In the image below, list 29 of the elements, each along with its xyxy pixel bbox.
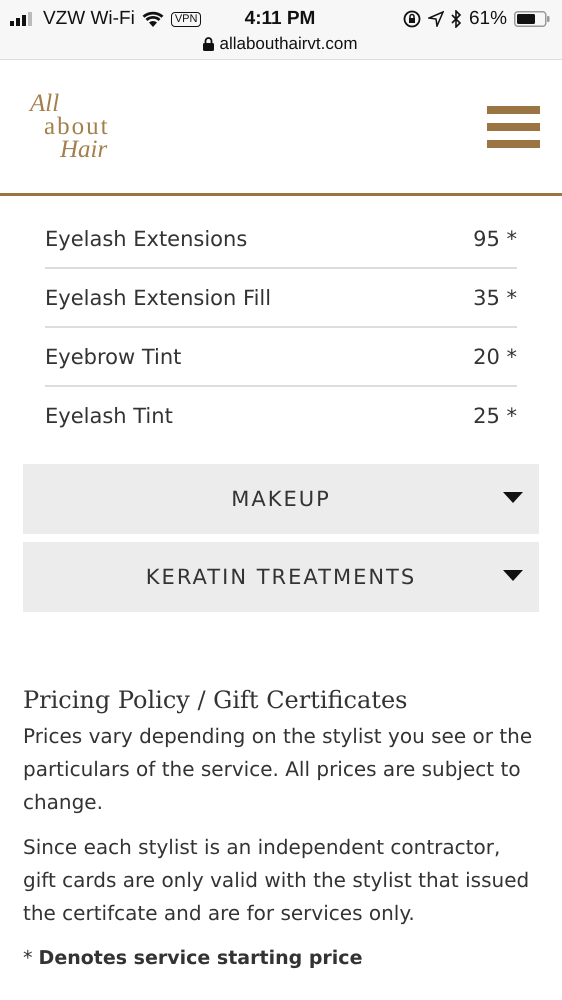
location-arrow-icon xyxy=(428,11,444,27)
battery-percentage: 61% xyxy=(468,8,508,30)
site-logo[interactable]: All about Hair xyxy=(22,92,142,161)
section-heading: Pricing Policy / Gift Certificates xyxy=(23,686,408,714)
service-price: 95 * xyxy=(473,226,517,250)
policy-paragraph: Since each stylist is an independent contractor, gift cards are only valid with the stylist that issued the certifcate and are for services only. xyxy=(23,834,530,927)
caret-icon xyxy=(503,492,523,503)
policy-paragraph: Prices vary depending on the stylist you see or the particulars of the service. All prices are subject to change. xyxy=(23,723,534,816)
service-price: 25 * xyxy=(473,404,517,428)
service-name: Eyebrow Tint xyxy=(45,344,182,368)
service-name: Eyelash Tint xyxy=(45,404,173,428)
caret-icon xyxy=(503,570,523,581)
rotation-lock-icon xyxy=(402,10,421,28)
wifi-icon xyxy=(142,11,164,27)
lock-icon xyxy=(202,37,214,51)
battery-icon xyxy=(514,11,550,27)
clock-time: 4:11 PM xyxy=(244,8,316,30)
url-address[interactable]: allabouthairvt.com xyxy=(220,34,358,54)
service-price: 35 * xyxy=(473,286,517,310)
vpn-badge: VPN xyxy=(170,12,202,26)
accordion-header[interactable]: KERATIN TREATMENTS xyxy=(23,542,539,612)
carrier-name: VZW Wi-Fi xyxy=(43,8,135,30)
service-name: Eyelash Extensions xyxy=(45,226,248,250)
footnote: *Denotes service starting price xyxy=(23,946,364,971)
service-name: Eyelash Extension Fill xyxy=(45,286,272,310)
service-price: 20 * xyxy=(473,344,517,368)
bluetooth-icon xyxy=(450,10,462,28)
menu-button[interactable] xyxy=(487,106,540,148)
accordion-header[interactable]: MAKEUP xyxy=(23,464,539,534)
